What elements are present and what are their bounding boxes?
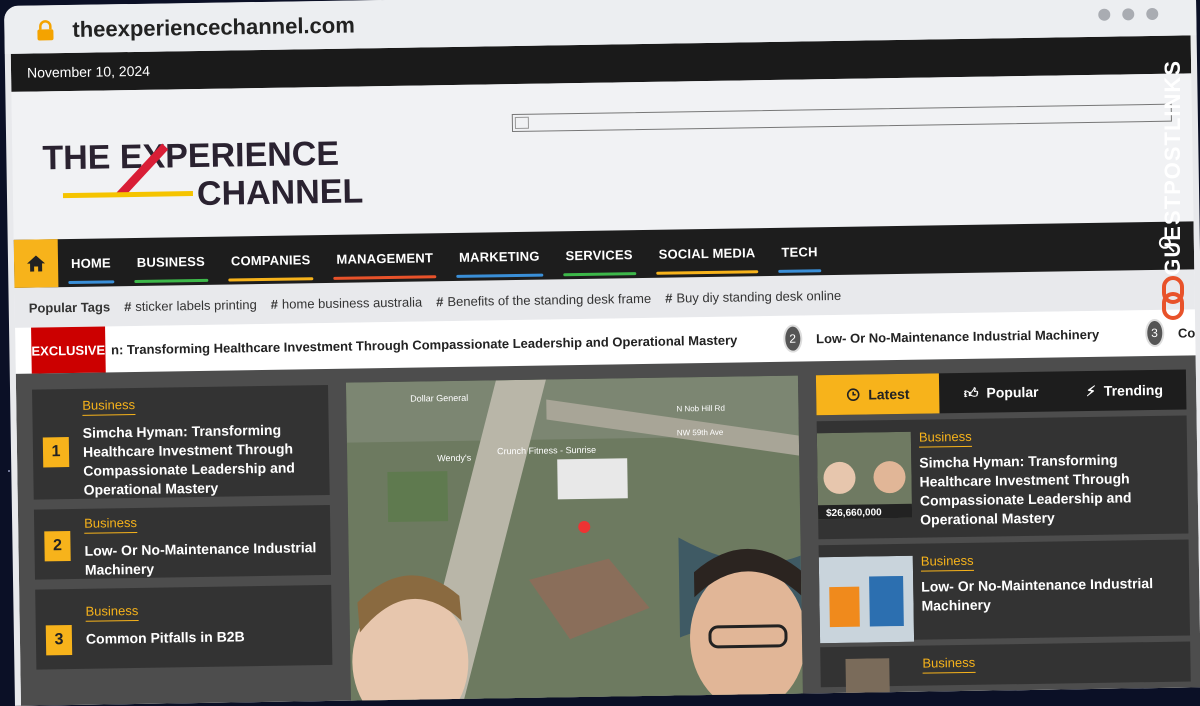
nav-item-tech[interactable]: TECH (768, 227, 831, 276)
nav-item-services[interactable]: SERVICES (552, 230, 646, 279)
tag-link[interactable]: # sticker labels printing (124, 297, 257, 314)
popular-tags-label: Popular Tags (28, 298, 111, 316)
ticker-number-badge: 2 (783, 324, 803, 353)
nav-item-business[interactable]: BUSINESS (123, 237, 218, 286)
post-number: 1 (42, 437, 70, 468)
list-item[interactable]: 2 Business Low- Or No-Maintenance Indust… (33, 504, 331, 580)
svg-text:Dollar General: Dollar General (410, 393, 468, 404)
tab-popular[interactable]: 👍︎ Popular (939, 371, 1063, 413)
post-category[interactable]: Business (85, 602, 139, 622)
post-category[interactable]: Business (84, 514, 138, 534)
tab-trending[interactable]: ⚡︎ Trending (1063, 369, 1187, 411)
tag-link[interactable]: # Benefits of the standing desk frame (436, 290, 651, 308)
broken-image-icon (514, 116, 529, 129)
window-controls (1098, 7, 1159, 21)
current-date: November 10, 2024 (26, 62, 151, 81)
web-page: November 10, 2024 THE EXPERIENCE CHANNEL… (10, 35, 1200, 706)
post-number: 3 (45, 625, 73, 656)
svg-text:Crunch Fitness - Sunrise: Crunch Fitness - Sunrise (497, 445, 596, 457)
post-title[interactable]: Simcha Hyman: Transforming Healthcare In… (919, 449, 1188, 529)
home-icon-button[interactable] (13, 239, 59, 288)
list-item[interactable]: 3 Business Common Pitfalls in B2B (35, 584, 333, 670)
post-thumbnail[interactable]: $26,660,000 (816, 431, 913, 520)
post-category[interactable]: Business (918, 428, 972, 448)
url-text[interactable]: theexperiencechannel.com (72, 12, 355, 42)
post-title[interactable]: Simcha Hyman: Transforming Healthcare In… (83, 420, 316, 500)
list-item[interactable]: Business (820, 641, 1191, 699)
tab-latest[interactable]: Latest (815, 373, 940, 416)
sidebar-tabs: Latest 👍︎ Popular ⚡︎ Trending (815, 369, 1187, 416)
ticker-item-link[interactable]: Low- Or No-Maintenance Industrial Machin… (816, 326, 1099, 345)
home-icon (27, 255, 46, 272)
tag-link[interactable]: # Buy diy standing desk online (665, 287, 841, 305)
svg-text:THE EXPERIENCE: THE EXPERIENCE (42, 135, 339, 178)
post-thumbnail[interactable] (818, 555, 915, 644)
lock-icon (37, 20, 54, 41)
nav-item-companies[interactable]: COMPANIES (218, 235, 324, 285)
svg-text:NW 59th Ave: NW 59th Ave (677, 428, 724, 438)
numbered-post-list: 1 Business Simcha Hyman: Transforming He… (32, 384, 333, 680)
featured-image[interactable]: Dollar General Wendy's Crunch Fitness - … (345, 375, 804, 706)
list-item[interactable]: $26,660,000 Business Simcha Hyman: Trans… (816, 415, 1189, 540)
featured-content-area: 1 Business Simcha Hyman: Transforming He… (15, 355, 1200, 706)
browser-window: theexperiencechannel.com November 10, 20… (4, 0, 1200, 706)
exclusive-badge: EXCLUSIVE (31, 326, 106, 374)
list-item[interactable]: 1 Business Simcha Hyman: Transforming He… (32, 384, 330, 500)
svg-text:CHANNEL: CHANNEL (197, 172, 364, 213)
nav-item-management[interactable]: MANAGEMENT (323, 233, 446, 283)
site-logo[interactable]: THE EXPERIENCE CHANNEL (42, 122, 383, 217)
svg-text:Wendy's: Wendy's (437, 453, 472, 464)
aerial-map-image: Dollar General Wendy's Crunch Fitness - … (345, 375, 804, 706)
guestpostlinks-watermark: GUESTPOSTLINKS (1156, 60, 1190, 360)
banner-ad-placeholder[interactable] (511, 103, 1172, 133)
post-title[interactable]: Low- Or No-Maintenance Industrial Machin… (921, 573, 1190, 615)
ticker-item-link[interactable]: n: Transforming Healthcare Investment Th… (111, 332, 737, 357)
post-category[interactable]: Business (922, 654, 976, 674)
clock-icon (846, 388, 860, 402)
post-category[interactable]: Business (920, 552, 974, 572)
post-category[interactable]: Business (82, 396, 136, 416)
nav-item-home[interactable]: HOME (58, 238, 125, 287)
tag-link[interactable]: # home business australia (271, 294, 423, 311)
tabbed-sidebar: Latest 👍︎ Popular ⚡︎ Trending $26,660,00… (815, 369, 1191, 699)
svg-text:N Nob Hill Rd: N Nob Hill Rd (676, 404, 725, 414)
list-item[interactable]: Business Low- Or No-Maintenance Industri… (818, 539, 1191, 644)
post-title[interactable]: Low- Or No-Maintenance Industrial Machin… (84, 538, 317, 580)
bolt-icon: ⚡︎ (1085, 382, 1096, 399)
nav-item-social-media[interactable]: SOCIAL MEDIA (645, 228, 769, 278)
site-header: THE EXPERIENCE CHANNEL (11, 73, 1194, 240)
post-title[interactable]: Common Pitfalls in B2B (86, 626, 318, 649)
svg-text:$26,660,000: $26,660,000 (826, 507, 882, 519)
post-thumbnail[interactable] (820, 658, 915, 699)
post-number: 2 (44, 531, 71, 562)
thumbs-up-icon: 👍︎ (963, 384, 979, 401)
nav-item-marketing[interactable]: MARKETING (446, 231, 553, 281)
link-chain-icon (1162, 275, 1184, 320)
